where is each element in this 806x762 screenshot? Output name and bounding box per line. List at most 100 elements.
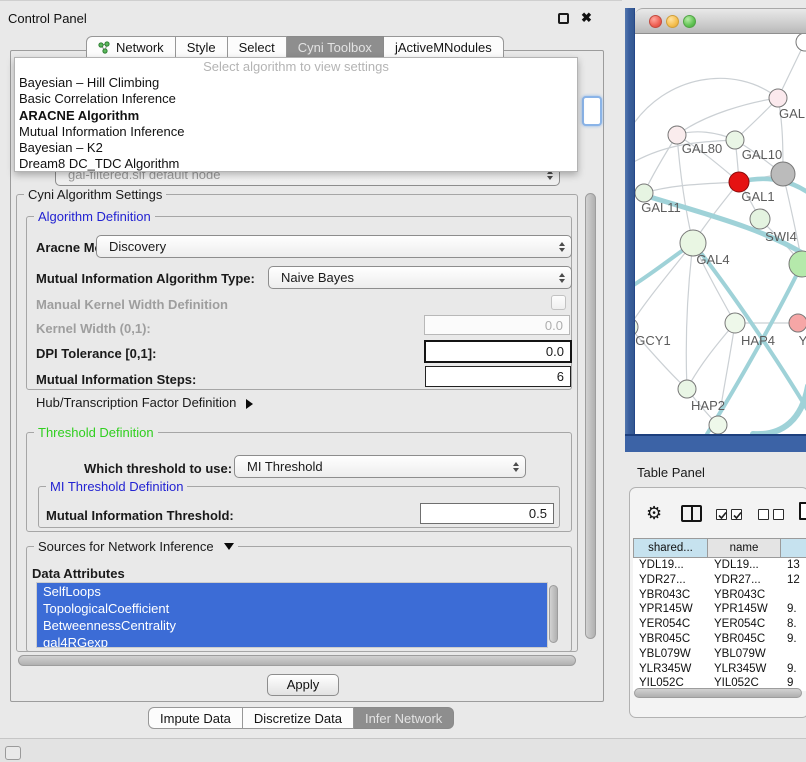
unchecked-box-icon[interactable] [773, 509, 784, 520]
network-node[interactable] [789, 251, 806, 277]
column-header[interactable]: shared... [633, 538, 708, 558]
network-edge[interactable] [686, 243, 693, 389]
network-node[interactable] [771, 162, 795, 186]
settings-vertical-scrollbar[interactable] [585, 193, 596, 639]
aracne-mode-combo[interactable]: Discovery [96, 235, 572, 258]
table-cell: 9. [781, 632, 806, 647]
network-edge[interactable] [644, 135, 677, 193]
columns-icon[interactable] [681, 505, 702, 522]
bottom-tab-bar: Impute Data Discretize Data Infer Network [148, 707, 454, 729]
attribute-item[interactable]: gal4RGexp [37, 634, 547, 648]
hub-section-toggle[interactable]: Hub/Transcription Factor Definition [36, 395, 253, 410]
mi-steps-field[interactable]: 6 [425, 366, 571, 387]
table-row[interactable]: YDL19...YDL19...13 [633, 558, 806, 573]
table-row[interactable]: YBR043CYBR043C [633, 588, 806, 603]
collapse-arrow-icon [246, 399, 253, 409]
unchecked-box-icon[interactable] [758, 509, 769, 520]
top-divider [0, 0, 622, 1]
tab-label: Network [116, 40, 164, 55]
combo-stepper-icon [559, 273, 565, 283]
algorithm-option[interactable]: ARACNE Algorithm [15, 108, 577, 124]
sources-title-row[interactable]: Sources for Network Inference [34, 539, 238, 554]
network-canvas[interactable]: GALGAL80GAL10GAL1GAL11SWI4GAL4GCY1HAP4YH… [635, 34, 806, 434]
network-edge[interactable] [644, 182, 739, 193]
dpi-tolerance-field[interactable]: 0.0 [424, 340, 572, 363]
kernel-width-label: Kernel Width (0,1): [36, 321, 151, 336]
network-edge[interactable] [687, 323, 735, 389]
settings-horizontal-scrollbar[interactable] [18, 655, 576, 666]
algorithm-option[interactable]: Basic Correlation Inference [15, 91, 577, 107]
table-header: shared...nameA [633, 538, 806, 558]
traffic-minimize-button[interactable] [666, 15, 679, 28]
tab-jactivemnodules[interactable]: jActiveMNodules [384, 36, 504, 59]
checked-box-icon[interactable] [731, 509, 742, 520]
bottom-strip [0, 738, 806, 762]
network-node[interactable] [796, 34, 806, 51]
attribute-item[interactable]: TopologicalCoefficient [37, 600, 547, 617]
close-icon[interactable]: ✖ [581, 11, 592, 24]
checked-box-icon[interactable] [716, 509, 727, 520]
network-node-gal[interactable] [769, 89, 787, 107]
gear-icon[interactable]: ⚙ [646, 504, 662, 522]
network-frame-left [625, 8, 635, 452]
algorithm-option[interactable]: Mutual Information Inference [15, 124, 577, 140]
collapsed-panel-button[interactable] [5, 746, 21, 760]
tab-label: Discretize Data [254, 711, 342, 726]
network-node[interactable] [709, 416, 727, 434]
kernel-width-field: 0.0 [424, 315, 570, 335]
network-edge[interactable] [635, 78, 778, 129]
table-cell: 9. [781, 662, 806, 677]
expand-arrow-icon [224, 543, 234, 550]
dropdown-placeholder: Select algorithm to view settings [15, 58, 577, 75]
tab-cyni-toolbox[interactable]: Cyni Toolbox [287, 36, 384, 59]
float-icon[interactable] [558, 13, 569, 24]
network-edge[interactable] [677, 98, 778, 135]
page-icon[interactable] [799, 502, 806, 520]
table-cell: YBR045C [708, 632, 781, 647]
table-horizontal-scrollbar[interactable] [634, 688, 802, 698]
traffic-zoom-button[interactable] [683, 15, 696, 28]
table-row[interactable]: YPR145WYPR145W9. [633, 602, 806, 617]
tab-label: Style [187, 40, 216, 55]
network-node-hap2[interactable] [678, 380, 696, 398]
attributes-list-scrollbar[interactable] [549, 585, 558, 643]
mi-threshold-field[interactable]: 0.5 [420, 503, 554, 524]
attribute-item[interactable]: SelfLoops [37, 583, 547, 600]
network-node-y[interactable] [789, 314, 806, 332]
traffic-close-button[interactable] [649, 15, 662, 28]
combo-stepper-icon [559, 242, 565, 252]
tab-label: Impute Data [160, 711, 231, 726]
aracne-mode-value: Discovery [109, 239, 166, 254]
tab-infer-network[interactable]: Infer Network [354, 707, 454, 729]
table-row[interactable]: YER054CYER054C8. [633, 617, 806, 632]
network-node-swi4[interactable] [750, 209, 770, 229]
network-titlebar[interactable] [635, 8, 806, 34]
mi-type-combo[interactable]: Naive Bayes [268, 266, 572, 289]
algorithm-definition-title: Algorithm Definition [34, 209, 155, 224]
algorithm-dropdown-list: Bayesian – Hill ClimbingBasic Correlatio… [15, 75, 577, 172]
algorithm-option[interactable]: Dream8 DC_TDC Algorithm [15, 156, 577, 172]
table-cell: YLR345W [633, 662, 708, 677]
table-row[interactable]: YBL079WYBL079W [633, 647, 806, 662]
tab-label: Infer Network [365, 711, 442, 726]
tab-discretize-data[interactable]: Discretize Data [243, 707, 354, 729]
attribute-item[interactable]: BetweennessCentrality [37, 617, 547, 634]
apply-button[interactable]: Apply [267, 674, 339, 696]
network-node-hap4[interactable] [725, 313, 745, 333]
tab-impute-data[interactable]: Impute Data [148, 707, 243, 729]
tab-style[interactable]: Style [176, 36, 228, 59]
algorithm-option[interactable]: Bayesian – K2 [15, 140, 577, 156]
tab-network[interactable]: Network [86, 36, 176, 59]
table-row[interactable]: YDR27...YDR27...12 [633, 573, 806, 588]
tab-select[interactable]: Select [228, 36, 287, 59]
table-row[interactable]: YLR345WYLR345W9. [633, 662, 806, 677]
column-header[interactable]: name [708, 538, 781, 558]
node-label: GAL1 [741, 189, 774, 204]
algorithm-option[interactable]: Bayesian – Hill Climbing [15, 75, 577, 91]
which-threshold-combo[interactable]: MI Threshold [234, 455, 526, 478]
mi-threshold-group-title: MI Threshold Definition [46, 479, 187, 494]
table-row[interactable]: YBR045CYBR045C9. [633, 632, 806, 647]
column-header[interactable]: A [781, 538, 806, 558]
table-cell: YBR045C [633, 632, 708, 647]
network-edge[interactable] [635, 243, 693, 327]
